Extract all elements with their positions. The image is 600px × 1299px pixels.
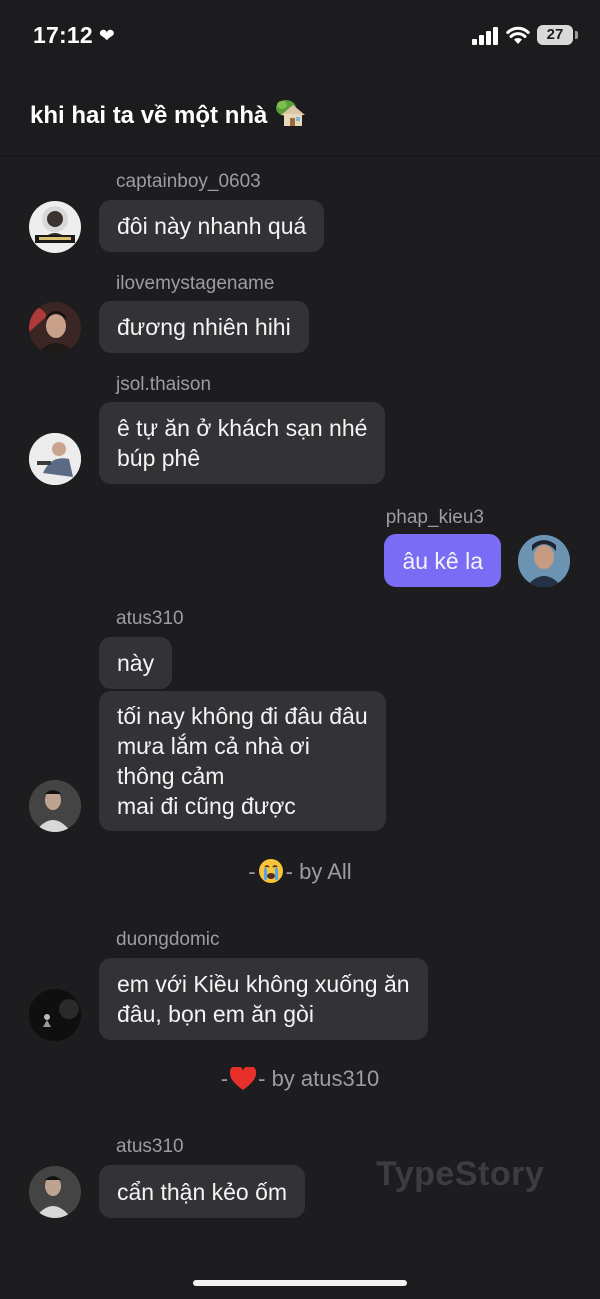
avatar[interactable]	[29, 302, 81, 354]
chat-title[interactable]: khi hai ta về một nhà	[30, 99, 306, 130]
message-username[interactable]: atus310	[116, 1136, 184, 1158]
message-text: tối nay không đi đâu đâu	[117, 703, 368, 729]
message-text: thông cảm	[117, 763, 225, 789]
message-bubble[interactable]: tối nay không đi đâu đâu mưa lắm cả nhà …	[99, 691, 386, 831]
message-text: cẩn thận kẻo ốm	[117, 1178, 288, 1205]
avatar[interactable]	[29, 780, 81, 832]
avatar-image	[29, 989, 81, 1041]
cellular-signal-icon	[472, 27, 498, 45]
avatar-image	[29, 433, 81, 485]
avatar-image	[29, 780, 81, 832]
message-bubble[interactable]: đương nhiên hihi	[99, 301, 309, 353]
message-text: ê tự ăn ở khách sạn nhé	[117, 415, 368, 441]
message-text: âu kê la	[402, 547, 483, 574]
message-text: này	[117, 650, 155, 676]
heart-icon	[230, 1067, 257, 1090]
status-bar: 17:12 ❤ 27	[0, 0, 600, 72]
chat-header: khi hai ta về một nhà	[0, 72, 600, 156]
avatar[interactable]	[29, 433, 81, 485]
battery-icon: 27	[537, 25, 578, 45]
message-text: búp phê	[117, 445, 201, 471]
avatar-image	[29, 302, 81, 354]
house-with-garden-icon	[276, 100, 306, 126]
avatar-image	[29, 1166, 81, 1218]
message-text: mai đi cũng được	[117, 793, 296, 819]
message-username[interactable]: jsol.thaison	[116, 374, 211, 396]
message-username[interactable]: ilovemystagename	[116, 273, 274, 295]
reaction-label[interactable]: - - by atus310	[0, 1066, 600, 1092]
avatar-image	[518, 535, 570, 587]
avatar[interactable]	[29, 201, 81, 253]
heart-icon: ❤	[98, 26, 115, 47]
message-text: đôi này nhanh quá	[117, 213, 307, 239]
my-message-bubble[interactable]: âu kê la	[384, 534, 501, 587]
avatar[interactable]	[29, 1166, 81, 1218]
message-bubble[interactable]: em với Kiều không xuống ăn đâu, bọn em ă…	[99, 958, 428, 1040]
message-bubble[interactable]: cẩn thận kẻo ốm	[99, 1165, 306, 1218]
avatar[interactable]	[518, 535, 570, 587]
wifi-icon	[506, 26, 530, 44]
avatar-image	[35, 211, 75, 243]
message-username[interactable]: captainboy_0603	[116, 171, 261, 193]
reaction-label[interactable]: - - by All	[0, 858, 600, 885]
message-username[interactable]: duongdomic	[116, 929, 220, 951]
watermark: TypeStory	[376, 1155, 545, 1193]
message-username[interactable]: atus310	[116, 608, 184, 630]
home-indicator[interactable]	[193, 1280, 407, 1286]
avatar[interactable]	[29, 989, 81, 1041]
message-bubble[interactable]: này	[99, 637, 173, 689]
message-text: em với Kiều không xuống ăn	[117, 971, 410, 997]
message-bubble[interactable]: đôi này nhanh quá	[99, 200, 325, 252]
status-time: 17:12 ❤	[33, 22, 115, 48]
message-text: đương nhiên hihi	[117, 314, 291, 340]
message-text: mưa lắm cả nhà ơi	[117, 733, 310, 759]
message-text: đâu, bọn em ăn gòi	[117, 1001, 314, 1027]
message-bubble[interactable]: ê tự ăn ở khách sạn nhé búp phê	[99, 402, 386, 484]
message-username[interactable]: phap_kieu3	[386, 507, 484, 529]
crying-face-icon	[258, 859, 283, 883]
